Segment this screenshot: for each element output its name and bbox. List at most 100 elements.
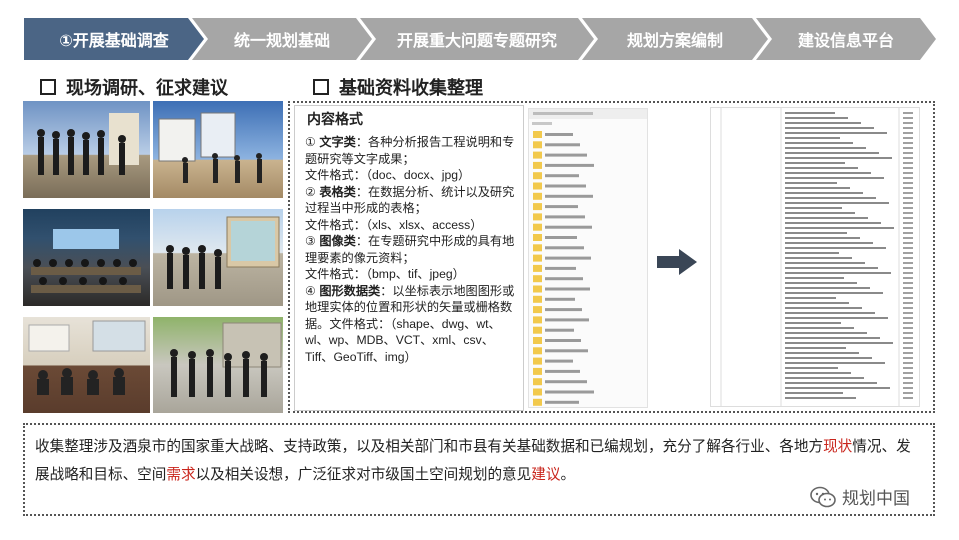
- step-label: 规划方案编制: [626, 31, 723, 50]
- folder-list-graphic: [529, 109, 647, 406]
- step-label: ①开展基础调查: [59, 31, 169, 50]
- table-cell-line: [903, 202, 913, 204]
- folder-label-line: [545, 277, 583, 281]
- folder-label-line: [545, 246, 584, 250]
- table-cell-line: [903, 337, 913, 339]
- format-item-image: ③ 图像类：在专题研究中形成的具有地理要素的像元资料；: [305, 234, 515, 265]
- folder-icon: [533, 192, 542, 200]
- table-cell-line: [903, 392, 913, 394]
- table-row-line: [785, 337, 880, 339]
- folder-icon: [533, 151, 542, 159]
- table-row-line: [785, 157, 892, 159]
- table-cell-line: [903, 197, 913, 199]
- folder-label-line: [545, 133, 573, 136]
- table-cell-line: [903, 222, 913, 224]
- table-cell-line: [903, 327, 913, 329]
- section-title-data-collection: 基础资料收集整理: [313, 74, 483, 100]
- photo-field-visit-1: [23, 101, 150, 198]
- table-row-line: [785, 187, 850, 189]
- table-row-line: [785, 362, 885, 364]
- folder-label-line: [545, 287, 590, 291]
- table-row-line: [785, 172, 871, 174]
- table-row-line: [785, 192, 863, 194]
- table-row-line: [785, 122, 861, 124]
- table-cell-line: [903, 207, 913, 209]
- watermark-text: 规划中国: [842, 489, 910, 509]
- table-cell-line: [903, 142, 913, 144]
- table-row-line: [785, 142, 853, 144]
- folder-label-line: [545, 194, 593, 198]
- step-1[interactable]: ①开展基础调查: [24, 18, 204, 60]
- table-cell-line: [903, 212, 913, 214]
- table-row-line: [785, 167, 858, 169]
- table-cell-line: [903, 132, 913, 134]
- table-cell-line: [903, 382, 913, 384]
- folder-icon: [533, 223, 542, 231]
- step-3[interactable]: 开展重大问题专题研究: [360, 18, 594, 60]
- folder-label-line: [545, 205, 578, 209]
- table-cell-line: [903, 367, 913, 369]
- folder-label-line: [545, 308, 582, 312]
- step-5[interactable]: 建设信息平台: [756, 18, 936, 60]
- table-row-line: [785, 212, 855, 214]
- table-row-line: [785, 247, 886, 249]
- step-4[interactable]: 规划方案编制: [582, 18, 768, 60]
- folder-list-screenshot: [528, 108, 648, 408]
- highlight-suggestion: 建议: [531, 467, 561, 483]
- table-cell-line: [903, 332, 913, 334]
- folder-label-line: [545, 153, 587, 157]
- folder-icon: [533, 347, 542, 355]
- table-cell-line: [903, 277, 913, 279]
- content-format-title: 内容格式: [307, 111, 363, 127]
- table-row-line: [785, 117, 848, 119]
- step-2[interactable]: 统一规划基础: [192, 18, 372, 60]
- table-row-line: [785, 197, 876, 199]
- table-row-line: [785, 152, 879, 154]
- folder-icon: [533, 285, 542, 293]
- table-cell-line: [903, 357, 913, 359]
- folder-label-line: [545, 318, 589, 322]
- folder-icon: [533, 244, 542, 252]
- folder-icon: [533, 203, 542, 211]
- square-bullet-icon: [40, 79, 56, 95]
- table-cell-line: [903, 187, 913, 189]
- format-item-text: ① 文字类：各种分析报告工程说明和专题研究等文字成果；: [305, 135, 515, 166]
- table-cell-line: [903, 307, 913, 309]
- folder-icon: [533, 172, 542, 180]
- format-item-image-ext: 文件格式：（bmp、tif、jpeg）: [305, 267, 465, 281]
- table-row-line: [785, 382, 877, 384]
- table-cell-line: [903, 352, 913, 354]
- section-title-field-research: 现场调研、征求建议: [40, 74, 228, 100]
- folder-icon: [533, 398, 542, 406]
- folder-icon: [533, 182, 542, 190]
- folder-label-line: [545, 236, 577, 239]
- table-cell-line: [903, 152, 913, 154]
- highlight-status: 现状: [823, 439, 853, 455]
- table-cell-line: [903, 387, 913, 389]
- folder-label-line: [545, 297, 575, 301]
- table-cell-line: [903, 232, 913, 234]
- table-row-line: [785, 352, 859, 354]
- table-row-line: [785, 232, 847, 234]
- table-row-line: [785, 377, 864, 379]
- highlight-demand: 需求: [166, 467, 196, 483]
- folder-icon: [533, 337, 542, 344]
- table-cell-line: [903, 317, 913, 319]
- format-item-table: ② 表格类：在数据分析、统计以及研究过程当中形成的表格；: [305, 184, 515, 216]
- photo-collage: [23, 101, 283, 413]
- table-cell-line: [903, 362, 913, 364]
- table-cell-line: [903, 137, 913, 139]
- table-row-line: [785, 217, 868, 219]
- photo-discussion: [23, 317, 150, 413]
- table-cell-line: [903, 182, 913, 184]
- table-row-line: [785, 162, 845, 164]
- wechat-icon: [810, 486, 836, 507]
- table-row-line: [785, 322, 841, 324]
- folder-icon: [533, 367, 542, 375]
- table-cell-line: [903, 267, 913, 269]
- folder-icon: [533, 131, 542, 138]
- table-row-line: [785, 127, 874, 129]
- folder-icon: [533, 295, 542, 303]
- folder-icon: [533, 213, 542, 221]
- table-cell-line: [903, 172, 913, 174]
